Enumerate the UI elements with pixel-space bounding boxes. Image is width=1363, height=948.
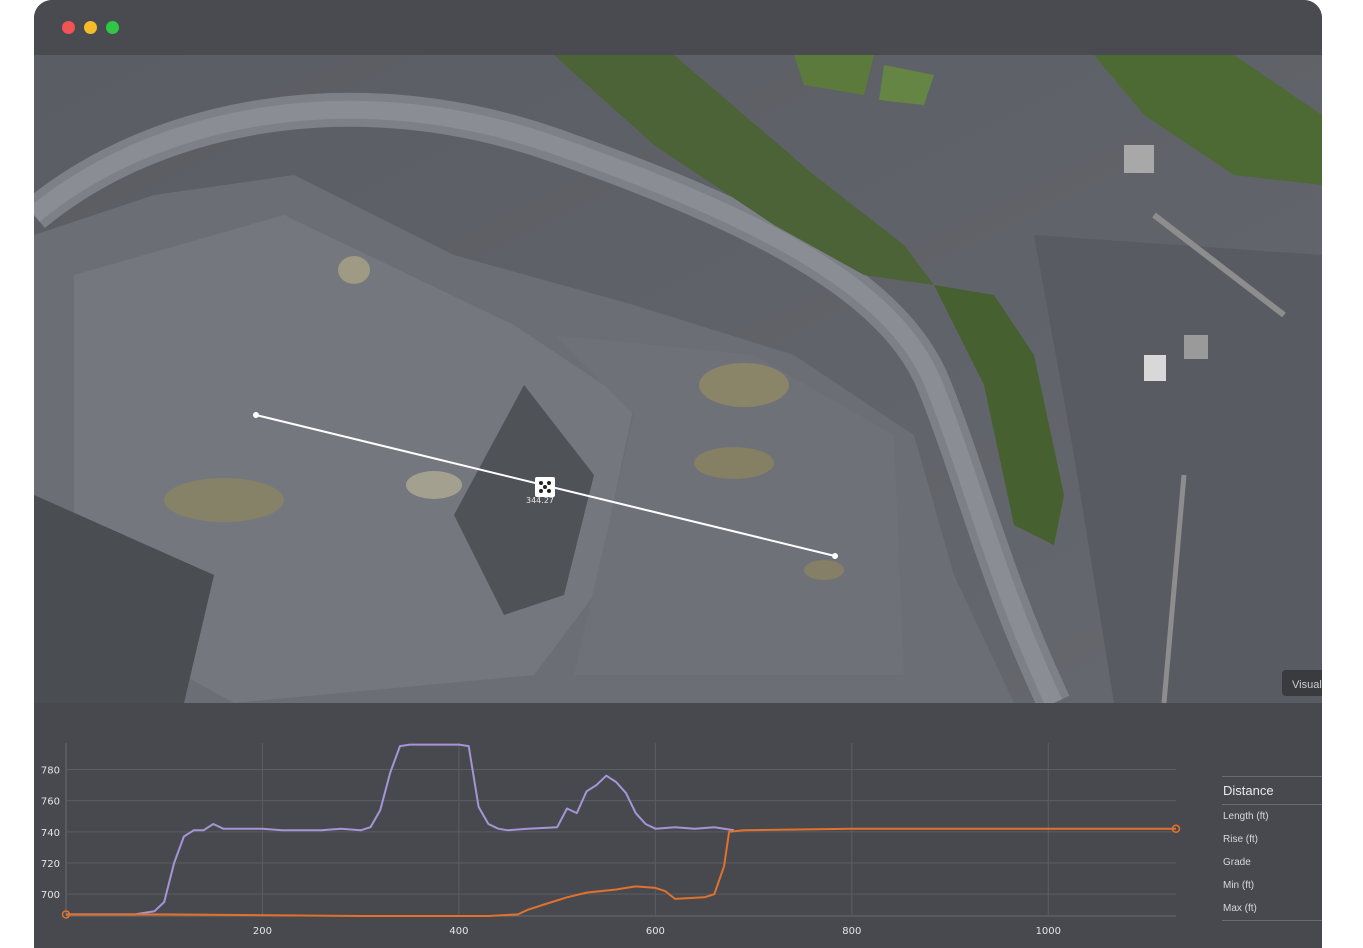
stat-row-grade: Grade (1223, 857, 1251, 868)
visual-tab[interactable]: Visual (1282, 670, 1322, 696)
aerial-imagery (34, 55, 1322, 703)
y-tick-label: 760 (41, 797, 60, 808)
stat-row-min: Min (ft) (1223, 880, 1255, 891)
y-tick-label: 740 (41, 828, 60, 839)
close-window-button[interactable] (62, 21, 75, 34)
measurement-start-point (253, 412, 259, 418)
divider (1222, 920, 1322, 921)
minimize-window-button[interactable] (84, 21, 97, 34)
stat-row-length: Length (ft) (1223, 811, 1269, 822)
x-tick-label: 400 (449, 926, 468, 937)
y-tick-label: 700 (41, 890, 60, 901)
aerial-map-view[interactable]: 344.27 Visual (34, 55, 1322, 703)
measurement-handle-icon[interactable] (535, 477, 555, 497)
x-tick-label: 800 (842, 926, 861, 937)
maximize-window-button[interactable] (106, 21, 119, 34)
elevation-profile-chart: 700 720 740 760 780 200 400 600 800 1000 (41, 743, 1181, 937)
title-bar (34, 0, 1322, 55)
series-line-0 (66, 743, 735, 916)
series-line-1 (66, 827, 1176, 917)
measurement-label: 344.27 (526, 496, 554, 505)
stats-title: Distance (1223, 783, 1274, 798)
distance-stats: Distance Length (ft) Rise (ft) Grade Min… (1222, 776, 1322, 921)
stat-row-max: Max (ft) (1223, 903, 1257, 914)
stat-row-rise: Rise (ft) (1223, 834, 1258, 845)
y-tick-label: 780 (41, 765, 60, 776)
elevation-profile-panel: 700 720 740 760 780 200 400 600 800 1000 Distance… (34, 703, 1322, 948)
app-window: 344.27 Visual 700 720 740 760 780 200 400 600 80… (34, 0, 1322, 948)
measurement-end-point (832, 553, 838, 559)
x-tick-label: 600 (646, 926, 665, 937)
x-tick-label: 1000 (1036, 926, 1061, 937)
x-tick-label: 200 (253, 926, 272, 937)
y-tick-label: 720 (41, 859, 60, 870)
